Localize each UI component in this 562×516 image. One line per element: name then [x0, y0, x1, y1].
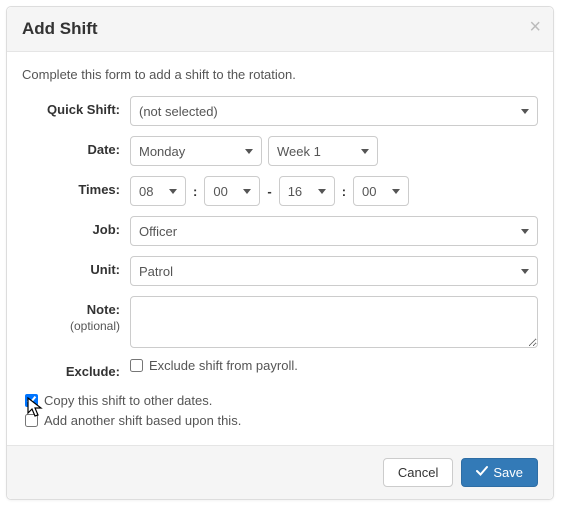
label-times: Times:	[22, 176, 130, 197]
label-exclude: Exclude:	[22, 358, 130, 379]
cancel-button[interactable]: Cancel	[383, 458, 453, 487]
label-job: Job:	[22, 216, 130, 237]
unit-select[interactable]: Patrol	[130, 256, 538, 286]
date-week-value: Week 1	[277, 144, 321, 159]
copy-dates-label: Copy this shift to other dates.	[44, 393, 212, 408]
cancel-label: Cancel	[398, 465, 438, 480]
time-dash: -	[266, 184, 272, 199]
label-note: Note: (optional)	[22, 296, 130, 333]
quick-shift-select[interactable]: (not selected)	[130, 96, 538, 126]
time-start-hour-value: 08	[139, 184, 153, 199]
row-unit: Unit: Patrol	[22, 256, 538, 286]
add-another-label: Add another shift based upon this.	[44, 413, 241, 428]
time-end-hour-select[interactable]: 16	[279, 176, 335, 206]
chevron-down-icon	[243, 189, 251, 194]
chevron-down-icon	[245, 149, 253, 154]
label-unit: Unit:	[22, 256, 130, 277]
chevron-down-icon	[169, 189, 177, 194]
add-another-checkbox[interactable]	[25, 414, 38, 427]
date-day-select[interactable]: Monday	[130, 136, 262, 166]
label-date: Date:	[22, 136, 130, 157]
note-textarea[interactable]	[130, 296, 538, 348]
row-quick-shift: Quick Shift: (not selected)	[22, 96, 538, 126]
job-select[interactable]: Officer	[130, 216, 538, 246]
label-note-text: Note:	[87, 302, 120, 317]
save-button[interactable]: Save	[461, 458, 538, 487]
exclude-checkbox[interactable]	[130, 359, 143, 372]
chevron-down-icon	[392, 189, 400, 194]
time-end-min-select[interactable]: 00	[353, 176, 409, 206]
extra-options: Copy this shift to other dates. Add anot…	[25, 393, 538, 428]
add-shift-modal: Add Shift × Complete this form to add a …	[6, 6, 554, 500]
modal-header: Add Shift ×	[7, 7, 553, 52]
time-end-min-value: 00	[362, 184, 376, 199]
unit-value: Patrol	[139, 264, 173, 279]
modal-footer: Cancel Save	[7, 445, 553, 499]
row-times: Times: 08 : 00 - 16 : 00	[22, 176, 538, 206]
chevron-down-icon	[521, 109, 529, 114]
date-week-select[interactable]: Week 1	[268, 136, 378, 166]
chevron-down-icon	[361, 149, 369, 154]
row-note: Note: (optional)	[22, 296, 538, 348]
modal-body: Complete this form to add a shift to the…	[7, 52, 553, 445]
time-colon: :	[341, 184, 347, 199]
time-end-hour-value: 16	[288, 184, 302, 199]
chevron-down-icon	[521, 269, 529, 274]
chevron-down-icon	[318, 189, 326, 194]
time-start-hour-select[interactable]: 08	[130, 176, 186, 206]
date-day-value: Monday	[139, 144, 185, 159]
quick-shift-value: (not selected)	[139, 104, 218, 119]
close-icon[interactable]: ×	[529, 17, 541, 37]
time-start-min-select[interactable]: 00	[204, 176, 260, 206]
row-date: Date: Monday Week 1	[22, 136, 538, 166]
exclude-label: Exclude shift from payroll.	[149, 358, 298, 373]
intro-text: Complete this form to add a shift to the…	[22, 67, 538, 82]
save-label: Save	[493, 465, 523, 480]
check-icon	[476, 465, 488, 480]
time-colon: :	[192, 184, 198, 199]
row-job: Job: Officer	[22, 216, 538, 246]
chevron-down-icon	[521, 229, 529, 234]
label-note-optional: (optional)	[22, 319, 120, 333]
row-exclude: Exclude: Exclude shift from payroll.	[22, 358, 538, 379]
label-quick-shift: Quick Shift:	[22, 96, 130, 117]
job-value: Officer	[139, 224, 177, 239]
time-start-min-value: 00	[213, 184, 227, 199]
copy-dates-checkbox[interactable]	[25, 394, 38, 407]
modal-title: Add Shift	[22, 19, 538, 39]
